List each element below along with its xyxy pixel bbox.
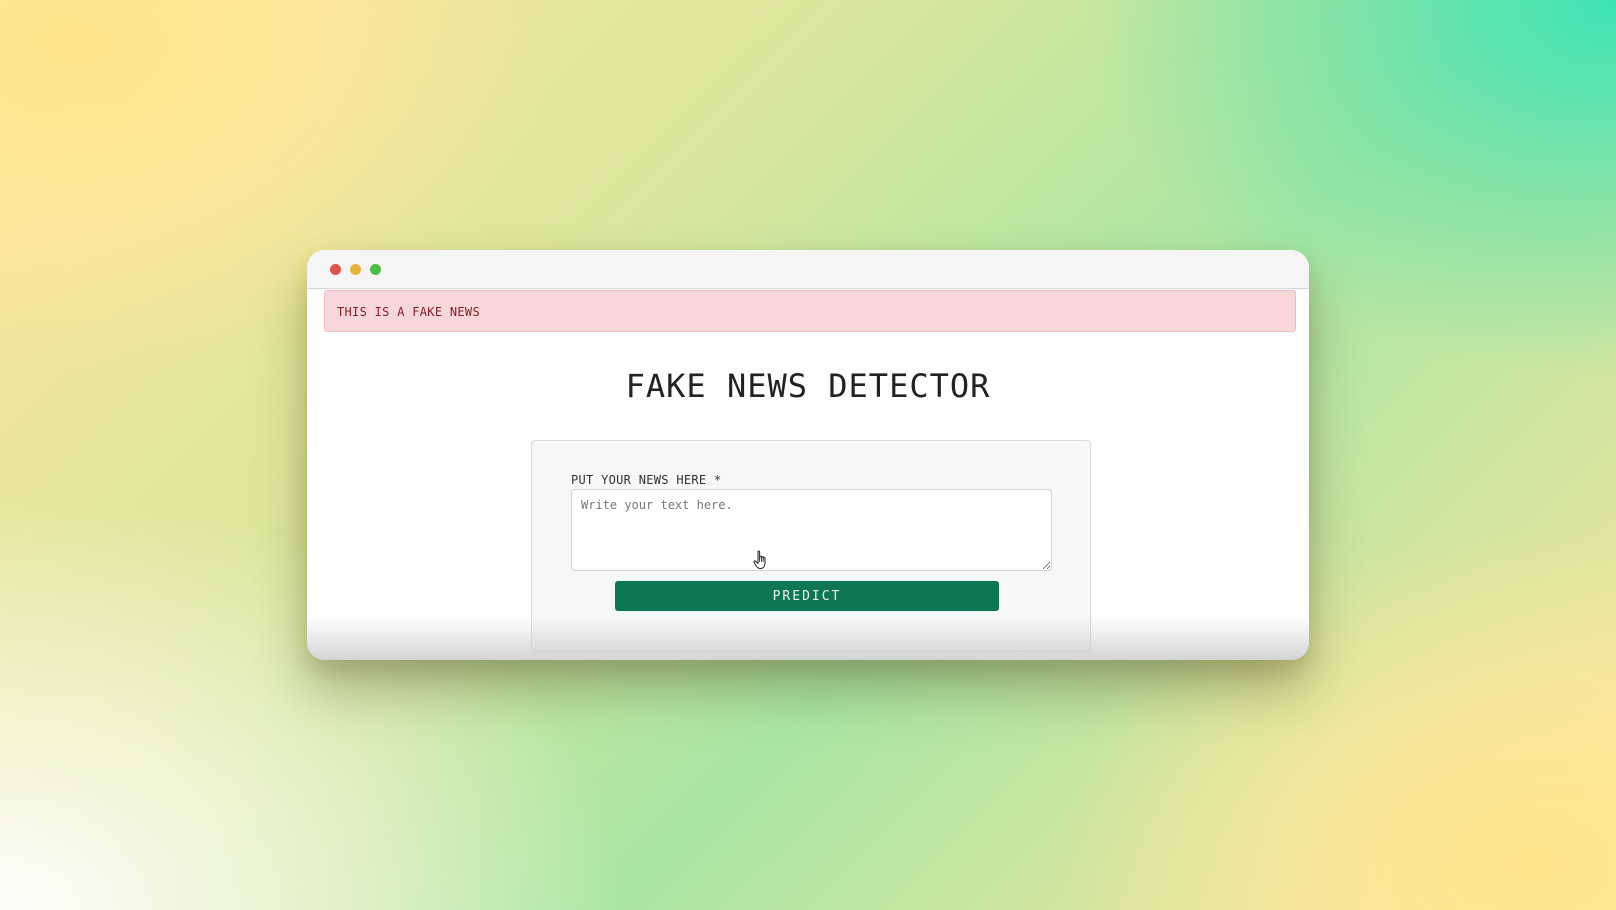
- alert-text: THIS IS A FAKE NEWS: [337, 305, 480, 319]
- fake-news-alert: THIS IS A FAKE NEWS: [324, 290, 1296, 332]
- news-form: PUT YOUR NEWS HERE * PREDICT: [531, 440, 1091, 652]
- minimize-window-button[interactable]: [350, 264, 361, 275]
- browser-window: THIS IS A FAKE NEWS FAKE NEWS DETECTOR P…: [307, 250, 1309, 660]
- news-text-input[interactable]: [571, 489, 1052, 571]
- page-content: THIS IS A FAKE NEWS FAKE NEWS DETECTOR P…: [307, 289, 1309, 660]
- hand-pointer-icon: [753, 550, 766, 569]
- maximize-window-button[interactable]: [370, 264, 381, 275]
- page-title: FAKE NEWS DETECTOR: [625, 367, 991, 405]
- predict-button[interactable]: PREDICT: [615, 581, 999, 611]
- news-field-label: PUT YOUR NEWS HERE *: [571, 473, 722, 487]
- close-window-button[interactable]: [330, 264, 341, 275]
- window-titlebar: [307, 250, 1309, 289]
